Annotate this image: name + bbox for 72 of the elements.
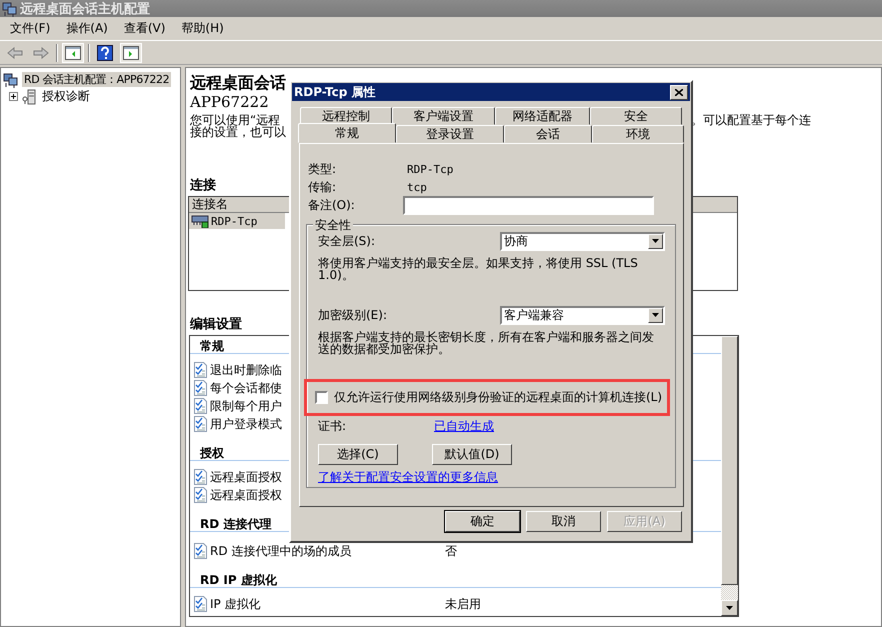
server-name: APP67222 <box>190 93 270 111</box>
pane-toggle-icon[interactable] <box>120 42 142 62</box>
section-title: 编辑设置 <box>190 317 242 332</box>
checklist-icon <box>194 380 207 396</box>
group-title: 安全性 <box>313 217 353 234</box>
dropdown-arrow-icon <box>652 313 659 317</box>
field-value: tcp <box>407 180 427 194</box>
field-value: RDP-Tcp <box>407 162 454 176</box>
expand-icon[interactable] <box>9 92 18 101</box>
note-text: 将使用客户端支持的最安全层。如果支持，将使用 SSL (TLS 1.0)。 <box>318 257 639 284</box>
checklist-icon <box>194 469 207 485</box>
server-icon <box>21 88 37 104</box>
checklist-icon <box>194 596 207 612</box>
tab[interactable]: 环境 <box>592 125 684 143</box>
setting-value: 未启用 <box>445 596 481 612</box>
field-label: 安全层(S): <box>318 232 376 250</box>
field-label: 类型: <box>308 160 338 178</box>
checklist-icon <box>194 362 207 378</box>
certificate-link[interactable]: 已自动生成 <box>434 418 494 434</box>
setting-label[interactable]: IP 虚拟化 <box>210 596 442 612</box>
dialog-button[interactable]: 确定 <box>445 511 520 532</box>
checklist-icon <box>194 543 207 559</box>
setting-label[interactable]: RD 连接代理中的场的成员 <box>210 542 442 560</box>
page-heading: 远程桌面会话 <box>190 73 286 93</box>
tab[interactable]: 会话 <box>504 125 592 143</box>
tab[interactable]: 网络适配器 <box>495 107 590 125</box>
description-text: 您可以使用“远程 <box>190 114 280 126</box>
checklist-icon <box>194 487 207 503</box>
field-label: 传输: <box>308 178 338 196</box>
dialog-button[interactable]: 取消 <box>526 511 601 532</box>
dropdown-arrow-icon <box>652 239 659 243</box>
section-title: 连接 <box>190 178 216 193</box>
down-arrow-icon[interactable] <box>726 606 733 610</box>
scrollbar-thumb[interactable] <box>721 336 738 585</box>
group-header: RD IP 虚拟化 <box>190 570 721 588</box>
field-label: 备注(O): <box>308 196 355 214</box>
dropdown[interactable]: 客户端兼容 <box>500 306 665 324</box>
tab[interactable]: 登录设置 <box>396 125 504 143</box>
close-button[interactable] <box>670 84 688 100</box>
action-button[interactable]: 默认值(D) <box>432 444 512 465</box>
connection-name: RDP-Tcp <box>211 214 258 228</box>
menu-item[interactable]: 文件(F) <box>2 18 58 39</box>
computers-icon <box>2 0 18 16</box>
checklist-icon <box>194 398 207 414</box>
connection-row[interactable]: RDP-Tcp <box>189 213 285 229</box>
menu-item[interactable]: 查看(V) <box>116 18 174 39</box>
tree-item[interactable]: RD 会话主机配置：APP67222 <box>22 72 172 87</box>
checklist-icon <box>194 416 207 432</box>
network-card-icon <box>191 214 209 228</box>
help-icon[interactable] <box>94 42 116 62</box>
setting-value: 否 <box>445 542 457 560</box>
dropdown[interactable]: 协商 <box>500 232 665 250</box>
help-link[interactable]: 了解关于配置安全设置的更多信息 <box>318 469 665 486</box>
window-title: 远程桌面会话主机配置 <box>20 0 150 18</box>
description-text: 接的设置，也可以 <box>190 126 287 138</box>
tab[interactable]: 客户端设置 <box>392 107 495 125</box>
comment-field[interactable] <box>402 196 654 214</box>
computers-icon <box>3 72 19 88</box>
checkbox[interactable] <box>315 391 328 404</box>
pane-toggle-icon[interactable] <box>62 42 84 62</box>
scrollbar-track[interactable] <box>721 585 738 600</box>
close-icon <box>675 88 683 96</box>
action-button[interactable]: 选择(C) <box>318 444 398 465</box>
dialog-title: RDP-Tcp 属性 <box>294 84 376 100</box>
tree-item[interactable]: 授权诊断 <box>40 88 92 105</box>
checkbox-label[interactable]: 仅允许运行使用网络级别身份验证的远程桌面的计算机连接(L) <box>334 389 662 406</box>
field-label: 加密级别(E): <box>318 306 387 324</box>
menu-item[interactable]: 帮助(H) <box>173 18 232 39</box>
tab[interactable]: 安全 <box>590 107 682 125</box>
tab[interactable]: 常规 <box>298 123 396 143</box>
field-label: 证书: <box>318 418 348 434</box>
menu-item[interactable]: 操作(A) <box>58 18 116 39</box>
